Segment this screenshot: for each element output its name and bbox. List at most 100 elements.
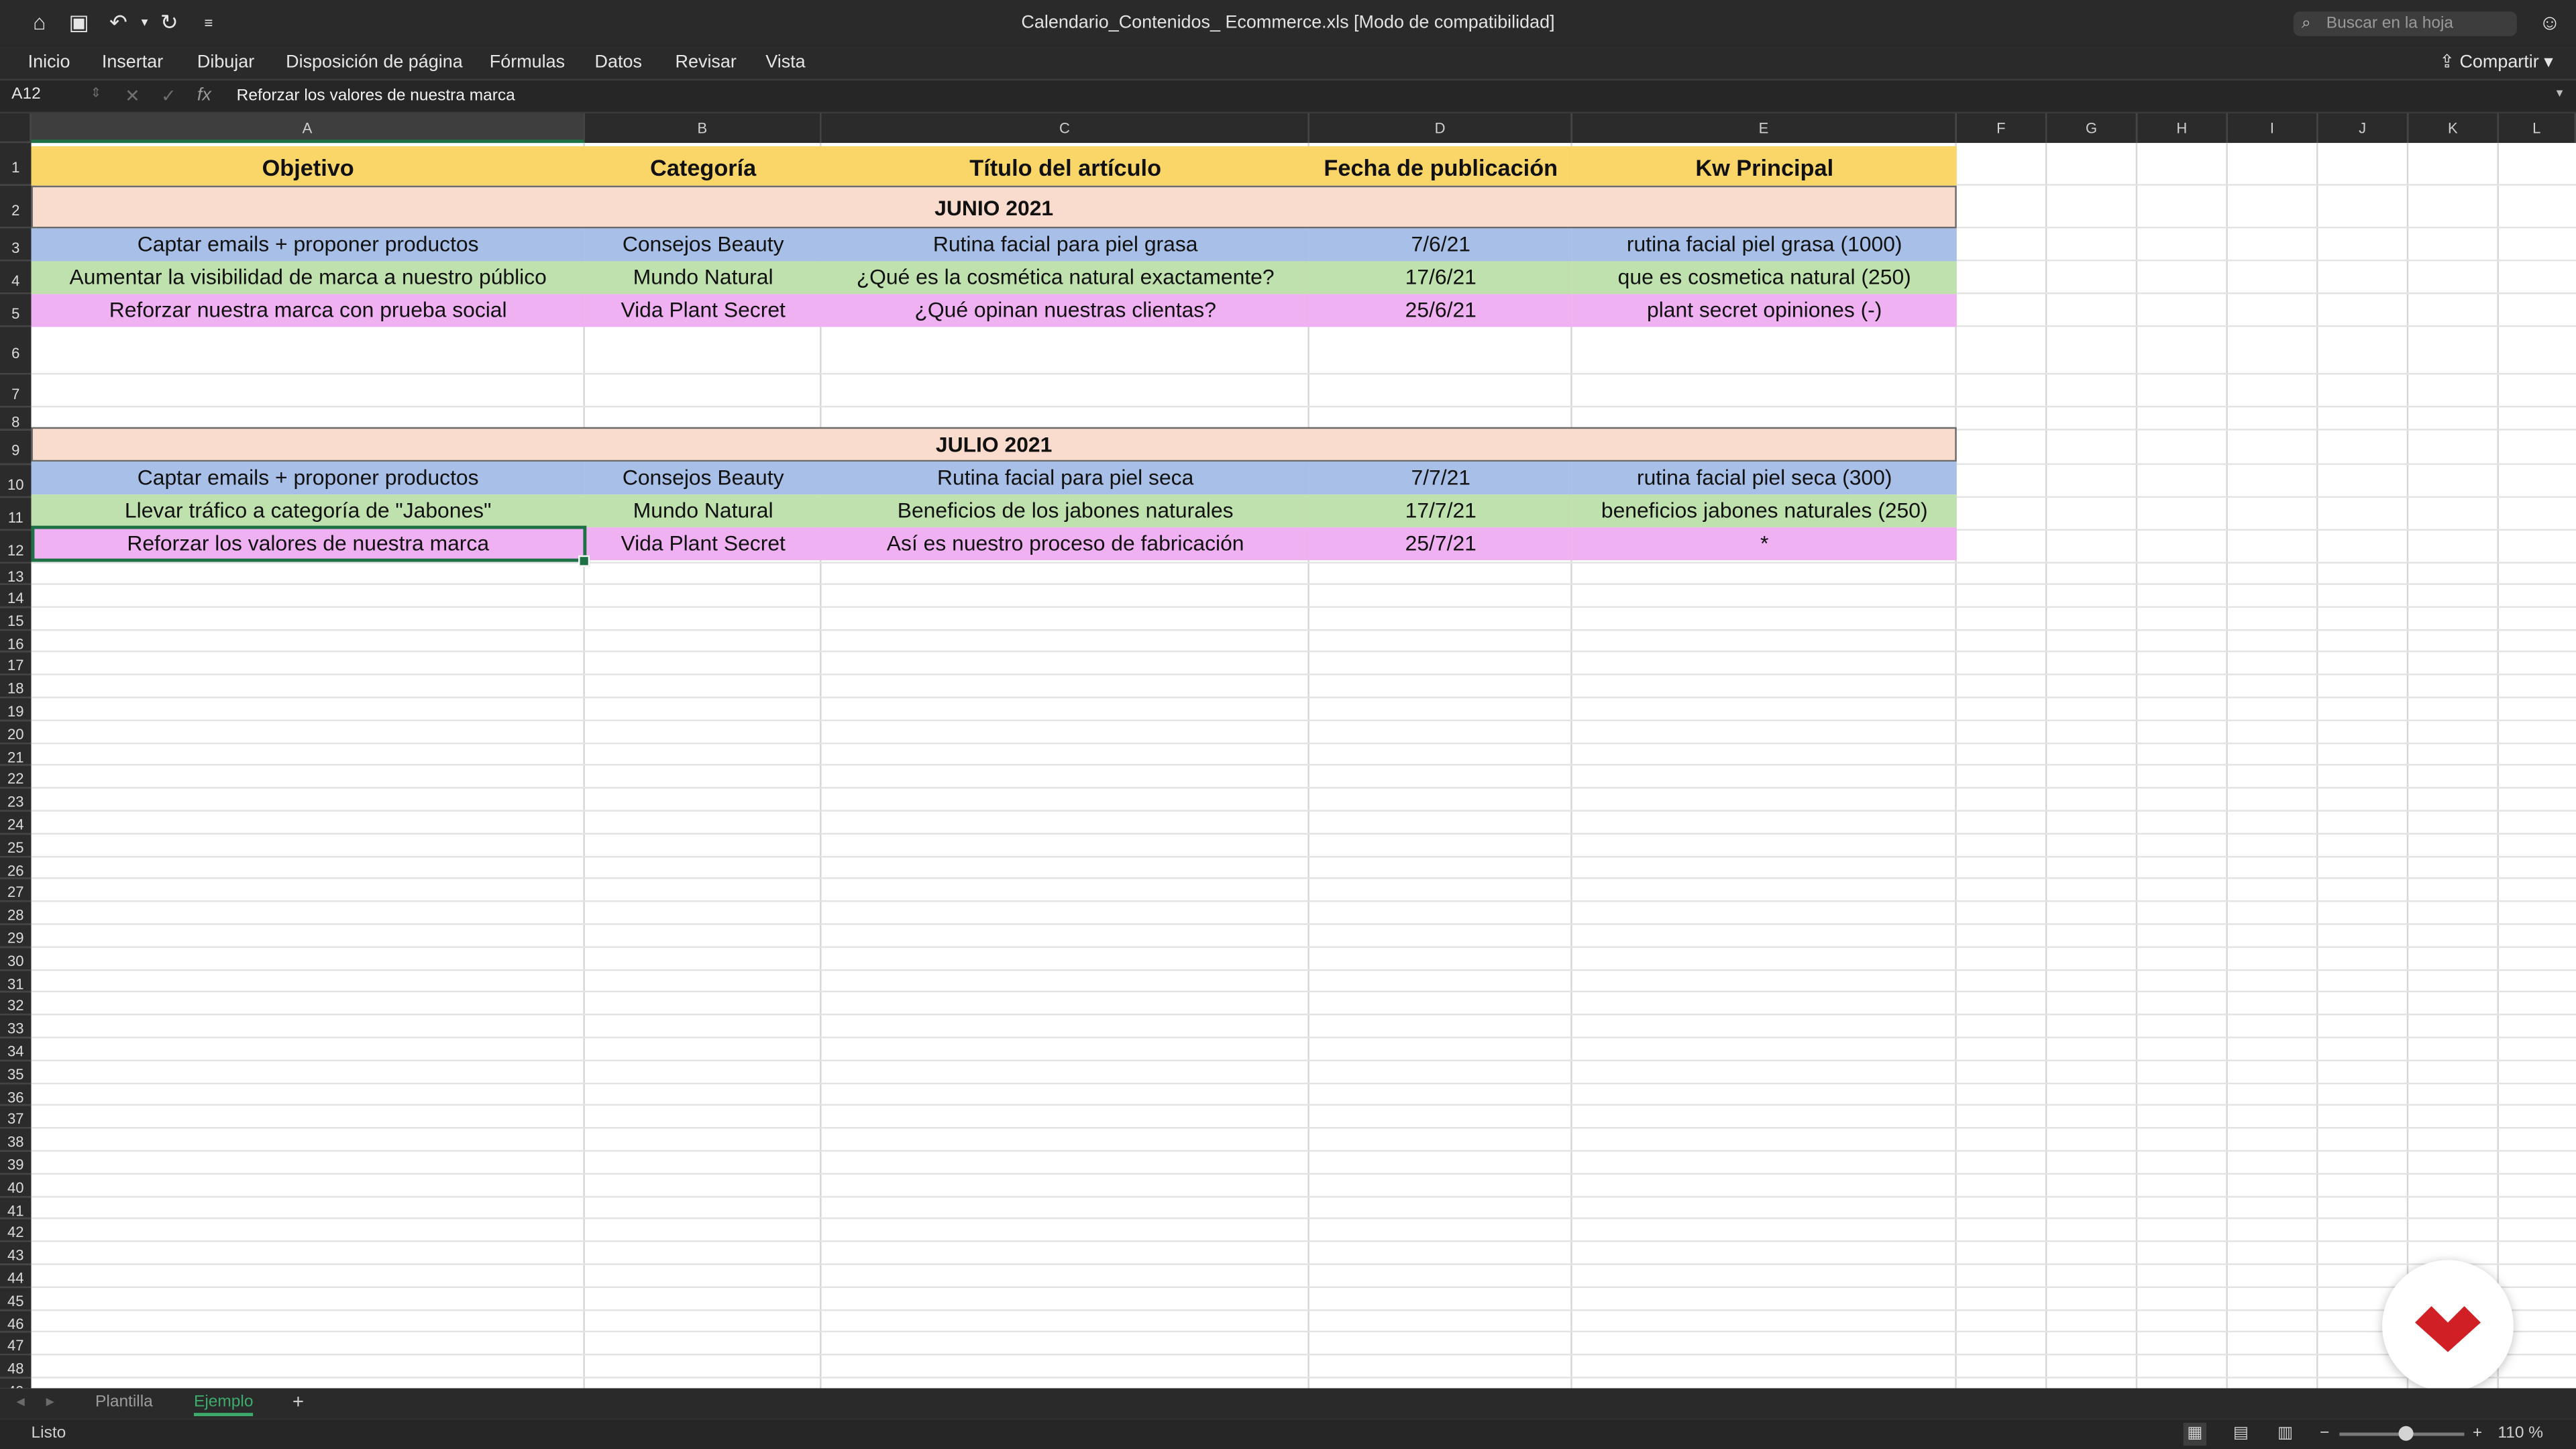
column-header-j[interactable]: J: [2318, 113, 2409, 144]
row-header[interactable]: 6: [0, 327, 32, 375]
july-row-3-categoria[interactable]: Vida Plant Secret: [584, 527, 822, 561]
july-row-3-fecha[interactable]: 25/7/21: [1309, 527, 1572, 561]
july-row-1-fecha[interactable]: 7/7/21: [1309, 462, 1572, 495]
row-header[interactable]: 29: [0, 924, 32, 948]
row-header[interactable]: 16: [0, 630, 32, 653]
row-header[interactable]: 1: [0, 143, 32, 186]
page-layout-icon[interactable]: ▤: [2229, 1423, 2252, 1446]
header-fecha[interactable]: Fecha de publicación: [1309, 146, 1572, 186]
row-header[interactable]: 34: [0, 1038, 32, 1061]
june-row-1-objetivo[interactable]: Captar emails + proponer productos: [31, 228, 585, 262]
row-header[interactable]: 36: [0, 1083, 32, 1107]
column-header-k[interactable]: K: [2408, 113, 2499, 144]
page-break-icon[interactable]: ▥: [2273, 1423, 2296, 1446]
expand-formula-icon[interactable]: ▾: [2557, 85, 2563, 100]
zoom-in-icon[interactable]: +: [2466, 1423, 2489, 1446]
formula-input[interactable]: Reforzar los valores de nuestra marca: [237, 87, 515, 105]
july-row-1-titulo[interactable]: Rutina facial para piel seca: [821, 462, 1309, 495]
row-header[interactable]: 11: [0, 498, 32, 531]
june-row-2-categoria[interactable]: Mundo Natural: [584, 261, 822, 294]
row-header[interactable]: 3: [0, 228, 32, 262]
june-row-2-titulo[interactable]: ¿Qué es la cosmética natural exactamente…: [821, 261, 1309, 294]
header-categoria[interactable]: Categoría: [584, 146, 822, 186]
row-header[interactable]: 41: [0, 1197, 32, 1220]
row-header[interactable]: 39: [0, 1151, 32, 1175]
july-row-3-titulo[interactable]: Así es nuestro proceso de fabricación: [821, 527, 1309, 561]
june-row-3-kw[interactable]: plant secret opiniones (-): [1572, 294, 1957, 327]
zoom-slider-knob[interactable]: [2398, 1426, 2414, 1441]
row-header[interactable]: 7: [0, 374, 32, 408]
select-all-corner[interactable]: [0, 113, 32, 144]
zoom-slider[interactable]: [2339, 1426, 2465, 1441]
row-header[interactable]: 2: [0, 185, 32, 229]
july-row-2-titulo[interactable]: Beneficios de los jabones naturales: [821, 494, 1309, 528]
row-header[interactable]: 14: [0, 584, 32, 608]
row-header[interactable]: 35: [0, 1061, 32, 1084]
zoom-out-icon[interactable]: −: [2313, 1423, 2336, 1446]
header-objetivo[interactable]: Objetivo: [31, 146, 585, 186]
search-sheet-input[interactable]: ⌕ Buscar en la hoja: [2293, 11, 2517, 36]
add-sheet-button[interactable]: +: [292, 1390, 304, 1413]
june-row-1-fecha[interactable]: 7/6/21: [1309, 228, 1572, 262]
june-row-3-objetivo[interactable]: Reforzar nuestra marca con prueba social: [31, 294, 585, 327]
july-row-2-objetivo[interactable]: Llevar tráfico a categoría de "Jabones": [31, 494, 585, 528]
row-header[interactable]: 12: [0, 531, 32, 564]
row-header[interactable]: 22: [0, 766, 32, 789]
row-header[interactable]: 10: [0, 465, 32, 498]
column-header-e[interactable]: E: [1572, 113, 1957, 144]
row-header[interactable]: 23: [0, 788, 32, 812]
row-header[interactable]: 31: [0, 970, 32, 994]
row-header[interactable]: 21: [0, 743, 32, 767]
row-header[interactable]: 30: [0, 947, 32, 971]
menu-insertar[interactable]: Insertar: [102, 52, 163, 72]
function-icon[interactable]: fx: [197, 85, 211, 105]
month-june-title[interactable]: JUNIO 2021: [31, 185, 1957, 229]
menu-vista[interactable]: Vista: [765, 52, 805, 72]
row-header[interactable]: 38: [0, 1128, 32, 1152]
row-header[interactable]: 13: [0, 564, 32, 585]
name-box[interactable]: A12: [11, 85, 41, 103]
header-kw[interactable]: Kw Principal: [1572, 146, 1957, 186]
row-header[interactable]: 24: [0, 811, 32, 835]
column-header-d[interactable]: D: [1309, 113, 1572, 144]
june-row-2-fecha[interactable]: 17/6/21: [1309, 261, 1572, 294]
column-header-i[interactable]: I: [2227, 113, 2318, 144]
row-header[interactable]: 4: [0, 261, 32, 294]
grid-view-icon[interactable]: ▦: [2183, 1422, 2207, 1446]
menu-datos[interactable]: Datos: [595, 52, 642, 72]
row-header[interactable]: 43: [0, 1242, 32, 1265]
person-icon[interactable]: ☺: [2536, 10, 2563, 36]
june-row-3-titulo[interactable]: ¿Qué opinan nuestras clientas?: [821, 294, 1309, 327]
column-header-l[interactable]: L: [2498, 113, 2576, 144]
row-header[interactable]: 20: [0, 720, 32, 744]
july-row-2-categoria[interactable]: Mundo Natural: [584, 494, 822, 528]
sheet-tab-ejemplo[interactable]: Ejemplo: [193, 1393, 254, 1417]
july-row-3-kw[interactable]: *: [1572, 527, 1957, 561]
menu-disposicion[interactable]: Disposición de página: [286, 52, 463, 72]
row-header[interactable]: 17: [0, 653, 32, 676]
june-row-3-fecha[interactable]: 25/6/21: [1309, 294, 1572, 327]
july-row-2-fecha[interactable]: 17/7/21: [1309, 494, 1572, 528]
spreadsheet-grid[interactable]: A B C D E F G H I J K L 1 2 3 4 5 6 7 8 9 10 11 12 1…: [0, 113, 2576, 1389]
name-box-stepper-icon[interactable]: ⇕: [91, 85, 101, 100]
scroll-tabs-left-icon[interactable]: ◂: [16, 1393, 24, 1411]
june-row-1-categoria[interactable]: Consejos Beauty: [584, 228, 822, 262]
fill-handle[interactable]: [578, 555, 590, 567]
menu-inicio[interactable]: Inicio: [28, 52, 70, 72]
row-header[interactable]: 9: [0, 430, 32, 466]
june-row-2-kw[interactable]: que es cosmetica natural (250): [1572, 261, 1957, 294]
june-row-1-kw[interactable]: rutina facial piel grasa (1000): [1572, 228, 1957, 262]
june-row-1-titulo[interactable]: Rutina facial para piel grasa: [821, 228, 1309, 262]
column-header-b[interactable]: B: [584, 113, 822, 144]
row-header[interactable]: 37: [0, 1106, 32, 1129]
column-header-h[interactable]: H: [2137, 113, 2228, 144]
confirm-icon[interactable]: ✓: [161, 85, 176, 107]
menu-formulas[interactable]: Fórmulas: [490, 52, 565, 72]
scroll-tabs-right-icon[interactable]: ▸: [46, 1393, 54, 1411]
row-header[interactable]: 40: [0, 1174, 32, 1197]
row-header[interactable]: 26: [0, 857, 32, 880]
sheet-tab-plantilla[interactable]: Plantilla: [95, 1393, 153, 1411]
row-header[interactable]: 25: [0, 834, 32, 857]
zoom-level[interactable]: 110 %: [2498, 1424, 2543, 1442]
row-header[interactable]: 27: [0, 879, 32, 902]
